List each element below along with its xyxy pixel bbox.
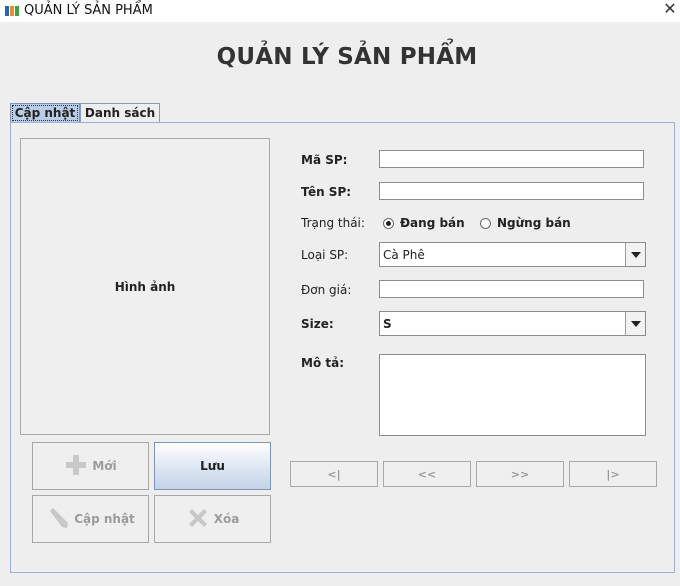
tab-cap-nhat-label: Cập nhật — [11, 105, 79, 121]
nav-prev-button[interactable]: << — [383, 461, 471, 487]
update-button-label: Cập nhật — [74, 512, 135, 526]
size-value: S — [383, 317, 392, 331]
save-button[interactable]: Lưu — [154, 442, 271, 490]
status-ngung-ban-label: Ngừng bán — [497, 216, 571, 230]
x-icon — [186, 506, 214, 533]
loai-sp-value: Cà Phê — [383, 248, 425, 262]
don-gia-input[interactable] — [379, 280, 644, 298]
ma-sp-input[interactable] — [379, 150, 644, 168]
size-select[interactable]: S — [379, 311, 646, 336]
trang-thai-label: Trạng thái: — [301, 216, 365, 230]
pencil-icon — [46, 506, 74, 533]
nav-first-button[interactable]: <| — [290, 461, 378, 487]
status-radio-dang-ban[interactable]: Đang bán — [383, 216, 465, 230]
delete-button[interactable]: Xóa — [154, 495, 271, 543]
ma-sp-label: Mã SP: — [301, 153, 348, 167]
don-gia-label: Đơn giá: — [301, 283, 352, 297]
dropdown-arrow-icon[interactable] — [625, 243, 645, 266]
status-dang-ban-label: Đang bán — [400, 216, 465, 230]
radio-selected-indicator — [383, 217, 394, 229]
loai-sp-label: Loại SP: — [301, 248, 349, 262]
save-button-label: Lưu — [200, 459, 225, 473]
update-button[interactable]: Cập nhật — [32, 495, 149, 543]
title-bar: QUẢN LÝ SẢN PHẨM ✕ — [0, 0, 680, 22]
tab-danh-sach[interactable]: Danh sách — [80, 103, 160, 123]
nav-last-label: |> — [606, 467, 620, 481]
nav-next-label: >> — [510, 467, 530, 481]
new-button[interactable]: Mới — [32, 442, 149, 490]
ten-sp-label: Tên SP: — [301, 185, 352, 199]
tab-cap-nhat[interactable]: Cập nhật — [10, 103, 80, 123]
nav-next-button[interactable]: >> — [476, 461, 564, 487]
image-placeholder-label: Hình ảnh — [114, 279, 176, 294]
dropdown-arrow-icon[interactable] — [625, 312, 645, 335]
ten-sp-input[interactable] — [379, 182, 644, 200]
mo-ta-label: Mô tả: — [301, 356, 344, 370]
page-title: QUẢN LÝ SẢN PHẨM — [216, 44, 478, 70]
plus-icon — [64, 453, 92, 480]
status-radio-ngung-ban[interactable]: Ngừng bán — [480, 216, 571, 230]
radio-unselected-indicator — [480, 217, 491, 229]
nav-prev-label: << — [417, 467, 437, 481]
nav-last-button[interactable]: |> — [569, 461, 657, 487]
tab-danh-sach-label: Danh sách — [84, 106, 156, 120]
close-icon[interactable]: ✕ — [660, 0, 680, 20]
loai-sp-select[interactable]: Cà Phê — [379, 242, 646, 267]
new-button-label: Mới — [92, 459, 117, 473]
delete-button-label: Xóa — [213, 512, 240, 526]
size-label: Size: — [301, 317, 334, 331]
nav-first-label: <| — [327, 467, 341, 481]
fpt-logo-icon — [5, 5, 19, 17]
product-image-area[interactable]: Hình ảnh — [20, 138, 270, 435]
mo-ta-textarea[interactable] — [379, 354, 646, 436]
window-title: QUẢN LÝ SẢN PHẨM — [24, 3, 153, 18]
